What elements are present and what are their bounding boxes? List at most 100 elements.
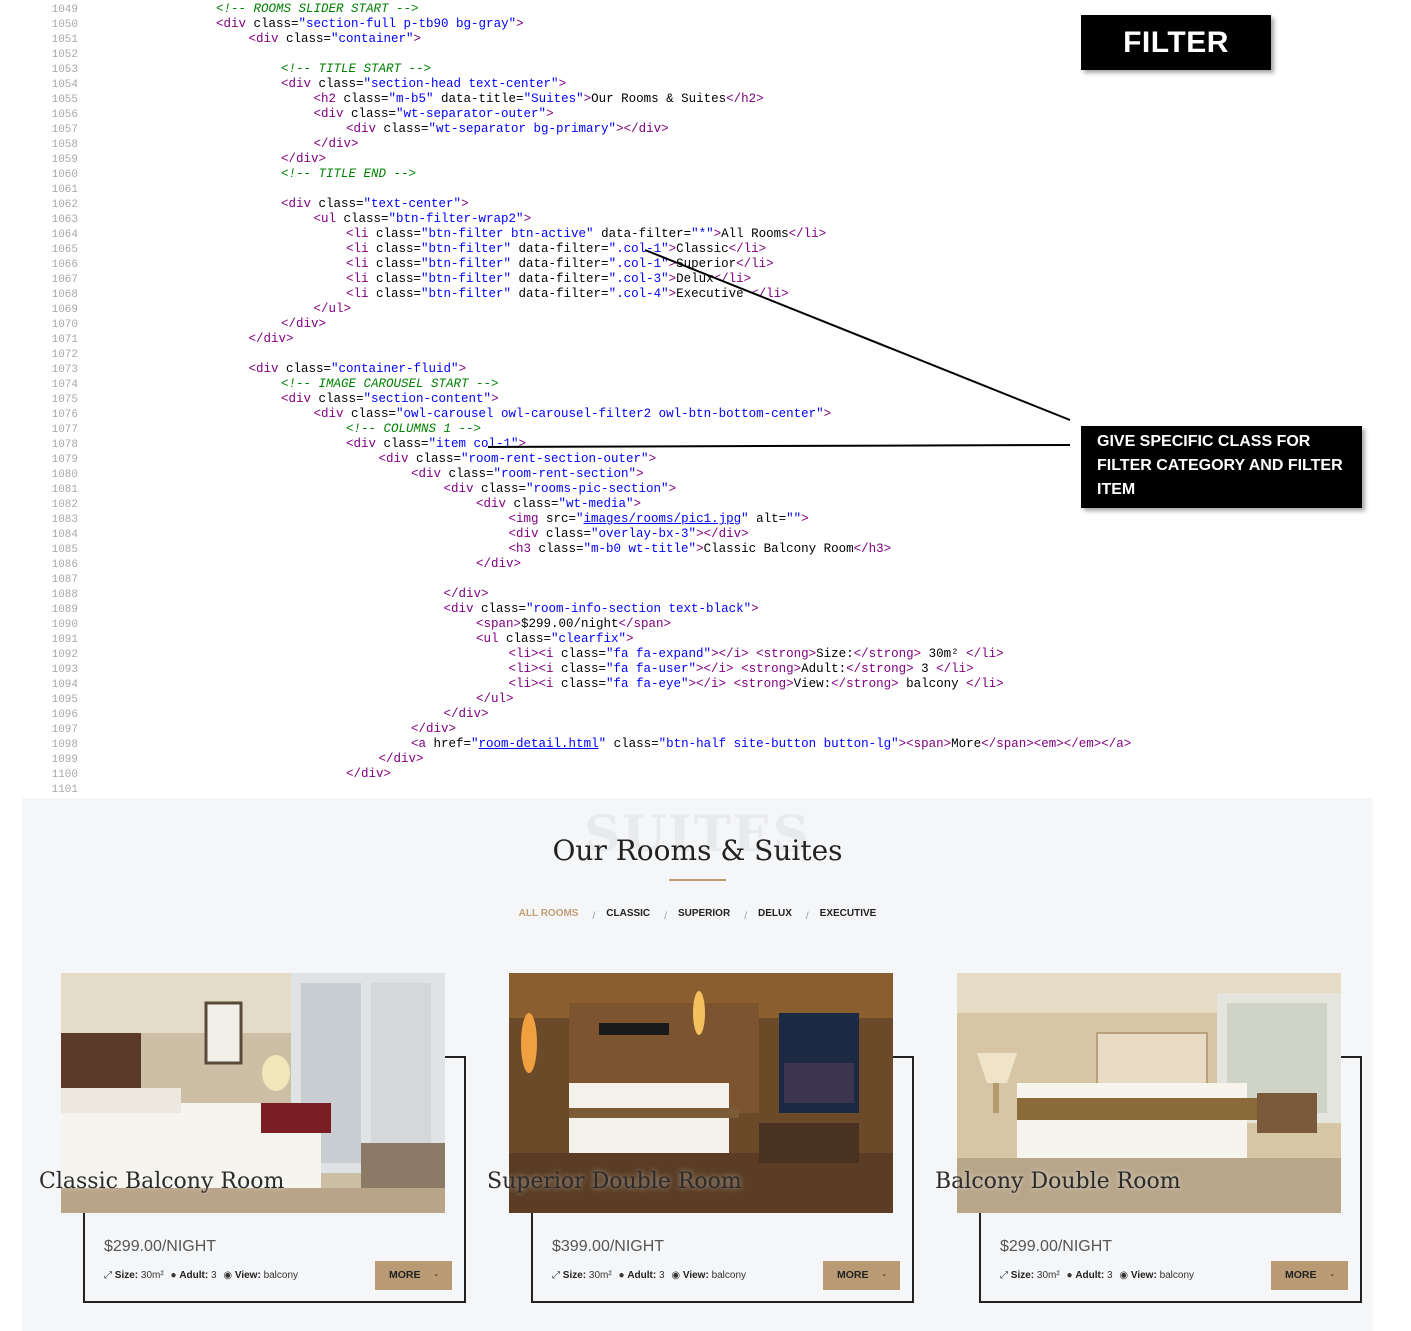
line-number: 1078 [51, 439, 78, 451]
line-number: 1090 [51, 619, 78, 631]
code-line: 1054 <div class="section-head text-center… [0, 77, 1411, 92]
eye-icon: ◉ [223, 1270, 233, 1281]
code-text: <li class="btn-filter" data-filter=".col… [346, 257, 774, 271]
line-number: 1083 [51, 514, 78, 526]
code-text: <!-- TITLE END --> [281, 167, 417, 181]
code-text: </div> [411, 722, 457, 736]
code-line: 1073 <div class="container-fluid"> [0, 362, 1411, 377]
line-number: 1093 [51, 664, 78, 676]
code-line: 1072 [0, 347, 1411, 362]
code-text: <h2 class="m-b5" data-title="Suites">Our… [313, 92, 764, 106]
code-text: </div> [281, 317, 327, 331]
line-number: 1059 [51, 154, 78, 166]
code-text: <a href="room-detail.html" class="btn-ha… [411, 737, 1132, 751]
more-button[interactable]: MORE - [375, 1261, 452, 1290]
code-text: <li><i class="fa fa-eye"></i> <strong>Vi… [508, 677, 1004, 691]
line-number: 1058 [51, 139, 78, 151]
more-button-label: MORE [389, 1269, 421, 1281]
code-line: 1075 <div class="section-content"> [0, 392, 1411, 407]
code-line: 1098 <a href="room-detail.html" class="bt… [0, 737, 1411, 752]
room-card: Classic Balcony Room $299.00/NIGHT ⤢ Siz… [39, 973, 511, 1323]
room-specs: ⤢ Size: 30m² ● Adult: 3 ◉ View: balcony [1000, 1270, 1194, 1281]
code-line: 1100 </div> [0, 767, 1411, 782]
code-text: <div class="room-rent-section"> [411, 467, 644, 481]
code-text: <div class="room-info-section text-black… [443, 602, 759, 616]
code-line: 1065 <li class="btn-filter" data-filter="… [0, 242, 1411, 257]
line-number: 1055 [51, 94, 78, 106]
code-text: </div> [346, 767, 392, 781]
line-number: 1053 [51, 64, 78, 76]
expand-icon: ⤢ [552, 1270, 560, 1281]
line-number: 1091 [51, 634, 78, 646]
user-icon: ● [618, 1270, 625, 1281]
code-text: <div class="owl-carousel owl-carousel-fi… [313, 407, 832, 421]
line-number: 1097 [51, 724, 78, 736]
code-line: 1066 <li class="btn-filter" data-filter="… [0, 257, 1411, 272]
line-number: 1060 [51, 169, 78, 181]
code-line: 1085 <h3 class="m-b0 wt-title">Classic Ba… [0, 542, 1411, 557]
view-label: View: [1130, 1270, 1157, 1281]
code-line: 1087 [0, 572, 1411, 587]
filter-delux[interactable]: DELUX [758, 908, 792, 919]
line-number: 1094 [51, 679, 78, 691]
more-button-dash: - [1330, 1269, 1335, 1281]
filter-executive[interactable]: EXECUTIVE [820, 908, 877, 919]
more-button-label: MORE [1285, 1269, 1317, 1281]
code-text: <div class="room-rent-section-outer"> [378, 452, 657, 466]
code-text: <div class="overlay-bx-3"></div> [508, 527, 749, 541]
code-text: <span>$299.00/night</span> [476, 617, 672, 631]
code-line: 1061 [0, 182, 1411, 197]
filter-all-rooms[interactable]: ALL ROOMS [519, 908, 579, 919]
code-text: <div class="section-head text-center"> [281, 77, 567, 91]
line-number: 1071 [51, 334, 78, 346]
line-number: 1074 [51, 379, 78, 391]
code-text: <!-- IMAGE CAROUSEL START --> [281, 377, 499, 391]
adult-value: 3 [210, 1270, 217, 1281]
line-number: 1086 [51, 559, 78, 571]
filter-class-note: GIVE SPECIFIC CLASS FOR FILTER CATEGORY … [1081, 426, 1362, 508]
view-label: View: [234, 1270, 261, 1281]
line-number: 1067 [51, 274, 78, 286]
code-text: <div class="section-full p-tb90 bg-gray"… [216, 17, 524, 31]
more-button[interactable]: MORE - [1271, 1261, 1348, 1290]
code-line: 1056 <div class="wt-separator-outer"> [0, 107, 1411, 122]
code-line: 1088 </div> [0, 587, 1411, 602]
line-number: 1077 [51, 424, 78, 436]
line-number: 1081 [51, 484, 78, 496]
line-number: 1082 [51, 499, 78, 511]
code-text: </div> [281, 152, 327, 166]
line-number: 1072 [51, 349, 78, 361]
code-text: <div class="section-content"> [281, 392, 499, 406]
line-number: 1095 [51, 694, 78, 706]
line-number: 1085 [51, 544, 78, 556]
line-number: 1089 [51, 604, 78, 616]
adult-label: Adult: [1075, 1270, 1105, 1281]
code-line: 1074 <!-- IMAGE CAROUSEL START --> [0, 377, 1411, 392]
line-number: 1101 [51, 784, 78, 796]
code-line: 1092 <li><i class="fa fa-expand"></i> <st… [0, 647, 1411, 662]
filter-classic[interactable]: CLASSIC [606, 908, 650, 919]
more-button[interactable]: MORE - [823, 1261, 900, 1290]
size-label: Size: [114, 1270, 139, 1281]
code-line: 1058 </div> [0, 137, 1411, 152]
code-text: <li class="btn-filter" data-filter=".col… [346, 242, 767, 256]
size-value: 30m² [1036, 1270, 1060, 1281]
eye-icon: ◉ [1119, 1270, 1129, 1281]
line-number: 1056 [51, 109, 78, 121]
code-line: 1067 <li class="btn-filter" data-filter="… [0, 272, 1411, 287]
user-icon: ● [170, 1270, 177, 1281]
filter-separator: / [805, 911, 809, 922]
code-text: <div class="rooms-pic-section"> [443, 482, 677, 496]
code-text: <li><i class="fa fa-user"></i> <strong>A… [508, 662, 974, 676]
code-line: 1097 </div> [0, 722, 1411, 737]
line-number: 1076 [51, 409, 78, 421]
code-line: 1083 <img src="images/rooms/pic1.jpg" alt… [0, 512, 1411, 527]
line-number: 1100 [51, 769, 78, 781]
code-line: 1101 [0, 782, 1411, 797]
code-line: 1055 <h2 class="m-b5" data-title="Suites"… [0, 92, 1411, 107]
line-number: 1092 [51, 649, 78, 661]
section-title: Our Rooms & Suites [552, 834, 843, 867]
filter-bar: ALL ROOMS / CLASSIC / SUPERIOR / DELUX / EXECUTI… [22, 908, 1373, 922]
code-line: 1071 </div> [0, 332, 1411, 347]
filter-superior[interactable]: SUPERIOR [678, 908, 730, 919]
